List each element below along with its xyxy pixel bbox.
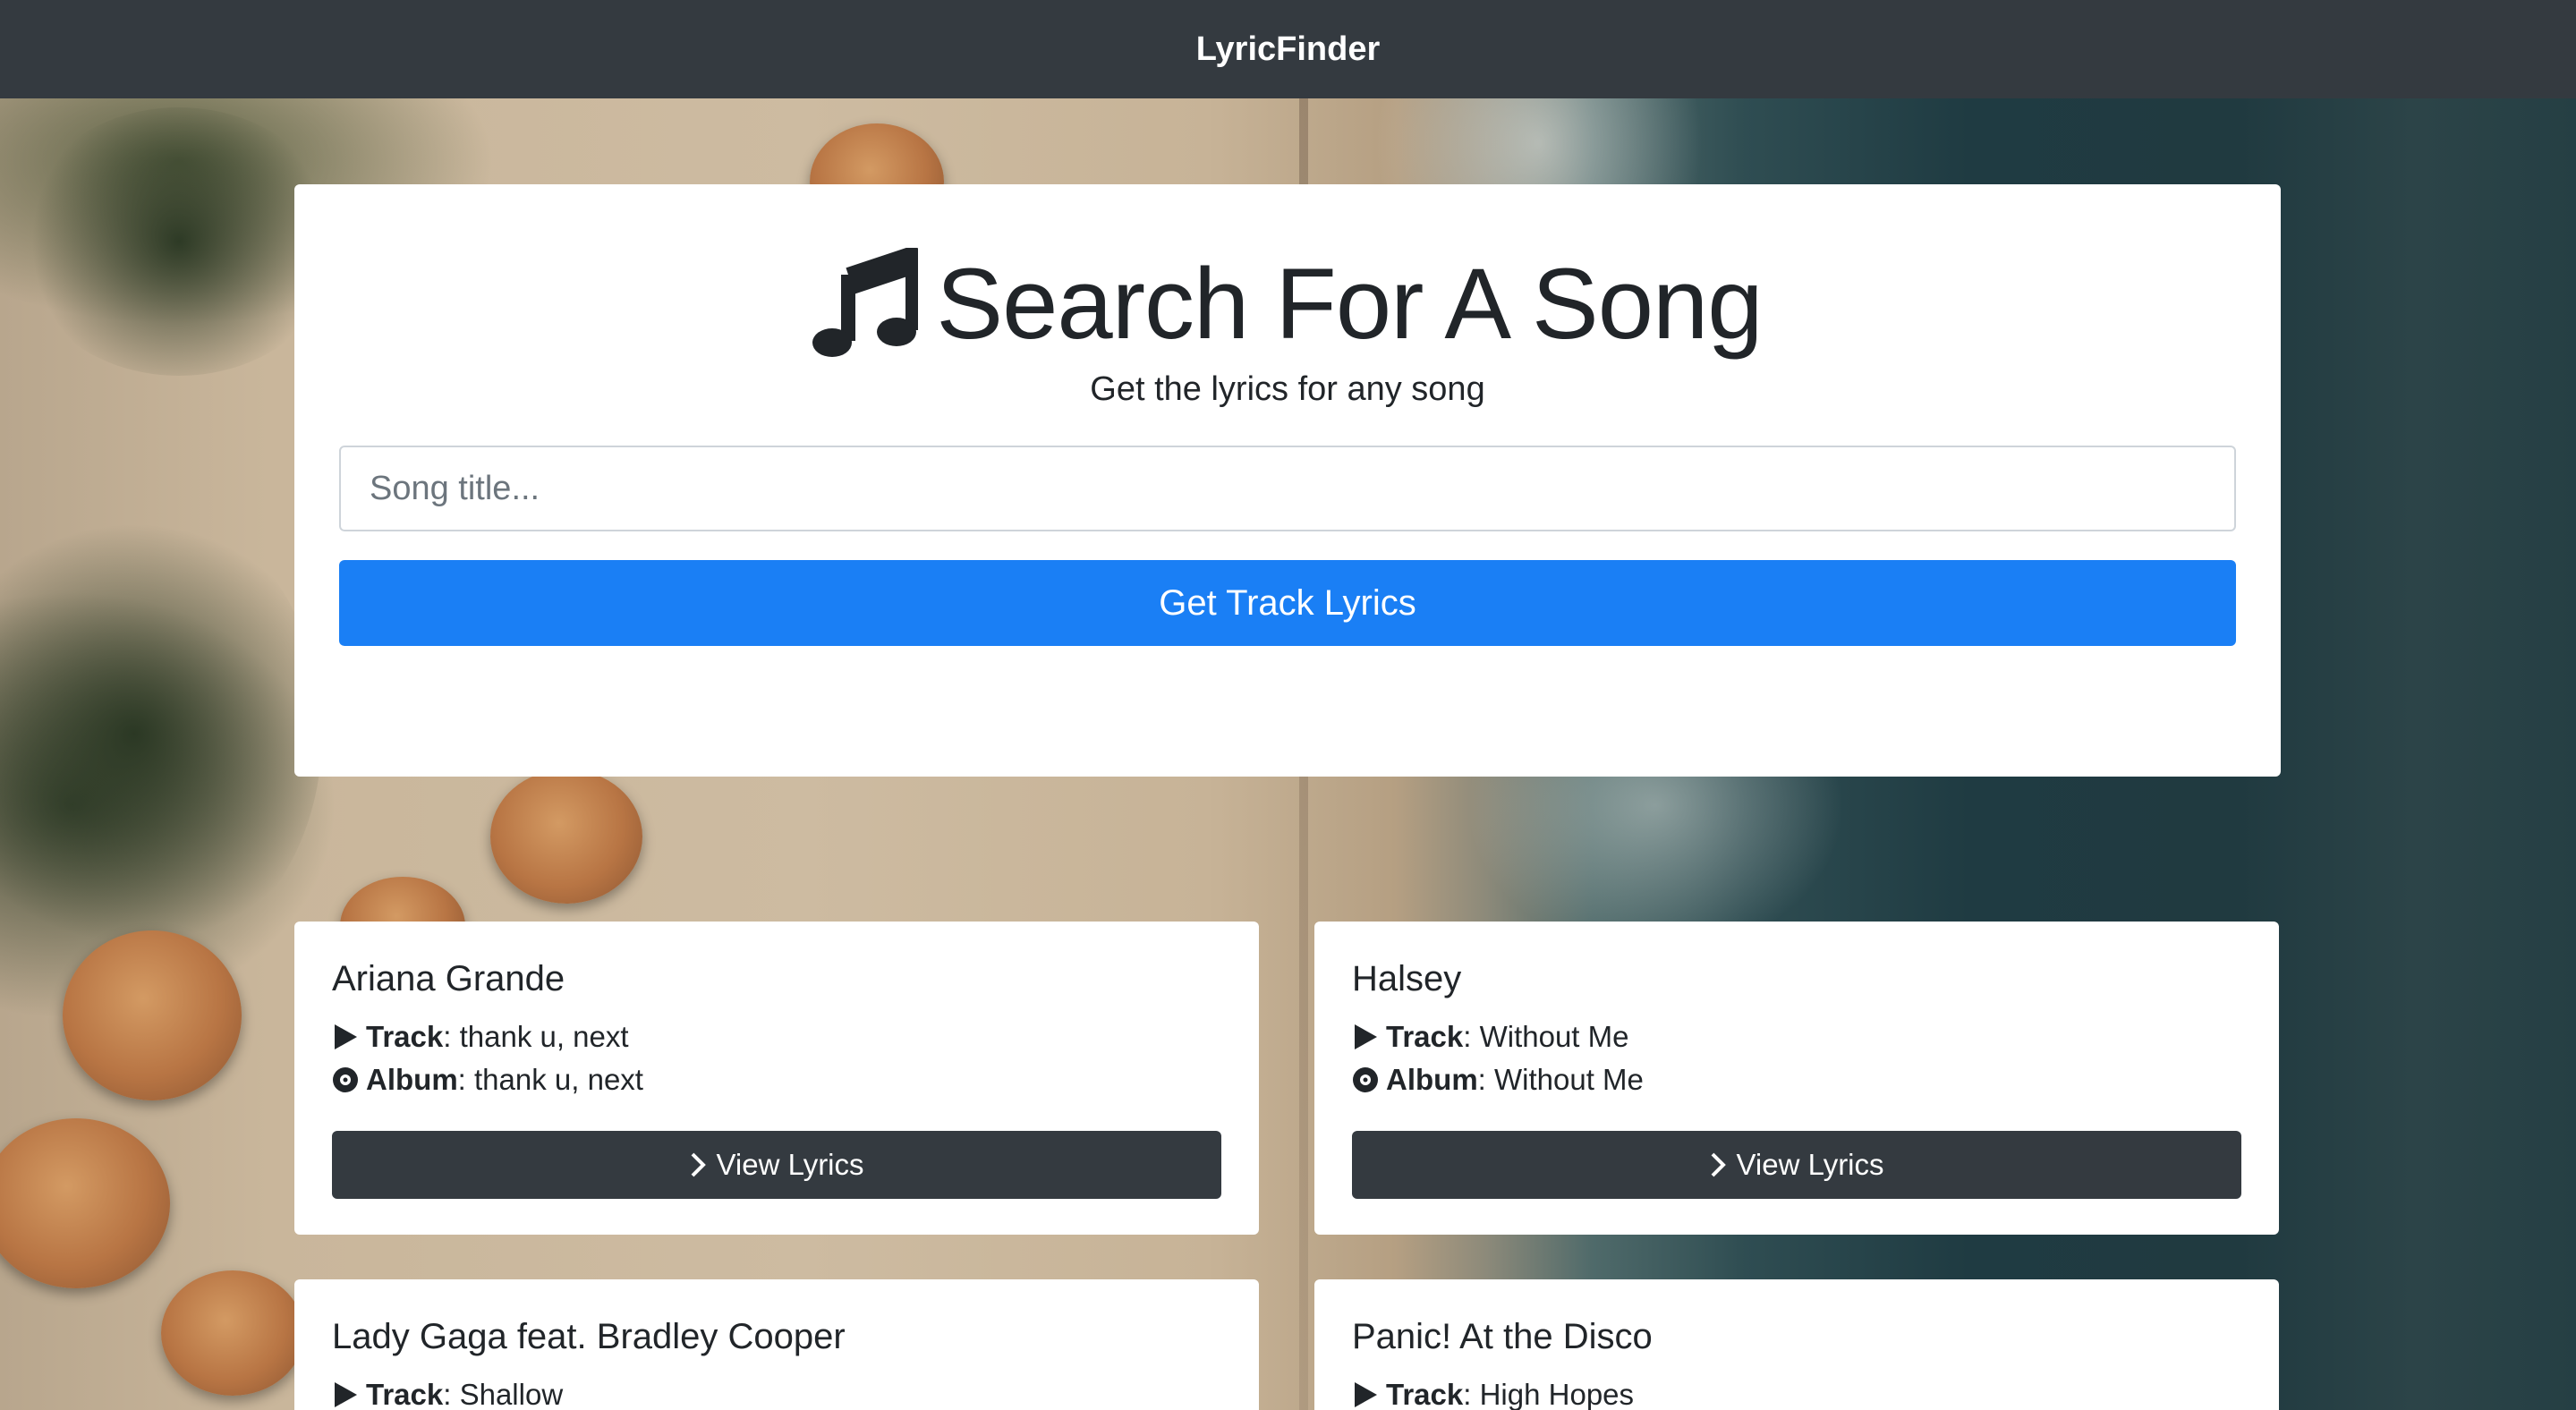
play-icon: [335, 1382, 357, 1407]
track-label: Track: [366, 1020, 444, 1053]
play-icon: [1355, 1382, 1377, 1407]
compact-disc-icon: [1353, 1067, 1378, 1092]
search-card: Search For A Song Get the lyrics for any…: [294, 184, 2281, 777]
page-title: Search For A Song: [936, 247, 1763, 360]
view-lyrics-label: View Lyrics: [1736, 1148, 1884, 1181]
play-icon: [335, 1024, 357, 1049]
track-name: thank u, next: [459, 1020, 629, 1053]
album-name: thank u, next: [474, 1063, 643, 1096]
label-colon: :: [443, 1020, 460, 1053]
get-track-lyrics-button[interactable]: Get Track Lyrics: [339, 560, 2236, 646]
album-row: Album: Without Me: [1352, 1063, 1644, 1097]
umbrella-decoration: [161, 1270, 304, 1396]
top-navbar: LyricFinder: [0, 0, 2576, 98]
card-artist: Lady Gaga feat. Bradley Cooper: [332, 1317, 846, 1356]
page-subtitle: Get the lyrics for any song: [1090, 370, 1485, 408]
shrub-decoration: [18, 107, 340, 376]
track-label: Track: [1386, 1020, 1464, 1053]
album-name: Without Me: [1494, 1063, 1644, 1096]
music-note-icon: [812, 248, 919, 357]
brand-link[interactable]: LyricFinder: [1196, 30, 1381, 69]
label-colon: :: [457, 1063, 475, 1096]
chevron-right-icon: [692, 1152, 707, 1177]
track-label: Track: [1386, 1378, 1464, 1410]
track-row: Track: Without Me: [1352, 1020, 1628, 1054]
play-icon: [1355, 1024, 1377, 1049]
track-row: Track: High Hopes: [1352, 1378, 1634, 1410]
card-artist: Ariana Grande: [332, 959, 565, 998]
label-colon: :: [443, 1378, 460, 1410]
compact-disc-icon: [333, 1067, 358, 1092]
track-card: Lady Gaga feat. Bradley Cooper Track: Sh…: [294, 1279, 1259, 1410]
view-lyrics-button[interactable]: View Lyrics: [1352, 1131, 2241, 1199]
track-name: Without Me: [1479, 1020, 1629, 1053]
track-row: Track: thank u, next: [332, 1020, 629, 1054]
card-artist: Panic! At the Disco: [1352, 1317, 1653, 1356]
view-lyrics-label: View Lyrics: [716, 1148, 864, 1181]
track-card: Panic! At the Disco Track: High Hopes: [1314, 1279, 2279, 1410]
track-row: Track: Shallow: [332, 1378, 563, 1410]
song-title-input[interactable]: [339, 446, 2236, 531]
title-row: Search For A Song: [294, 236, 2281, 370]
track-name: High Hopes: [1479, 1378, 1635, 1410]
album-label: Album: [366, 1063, 458, 1096]
card-artist: Halsey: [1352, 959, 1462, 998]
view-lyrics-button[interactable]: View Lyrics: [332, 1131, 1221, 1199]
umbrella-decoration: [490, 769, 642, 904]
album-row: Album: thank u, next: [332, 1063, 643, 1097]
label-colon: :: [1463, 1020, 1480, 1053]
label-colon: :: [1477, 1063, 1495, 1096]
album-label: Album: [1386, 1063, 1478, 1096]
label-colon: :: [1463, 1378, 1480, 1410]
track-card: Ariana Grande Track: thank u, next Album…: [294, 922, 1259, 1235]
chevron-right-icon: [1712, 1152, 1727, 1177]
track-label: Track: [366, 1378, 444, 1410]
track-card: Halsey Track: Without Me Album: Without …: [1314, 922, 2279, 1235]
umbrella-decoration: [63, 930, 242, 1100]
track-name: Shallow: [459, 1378, 564, 1410]
